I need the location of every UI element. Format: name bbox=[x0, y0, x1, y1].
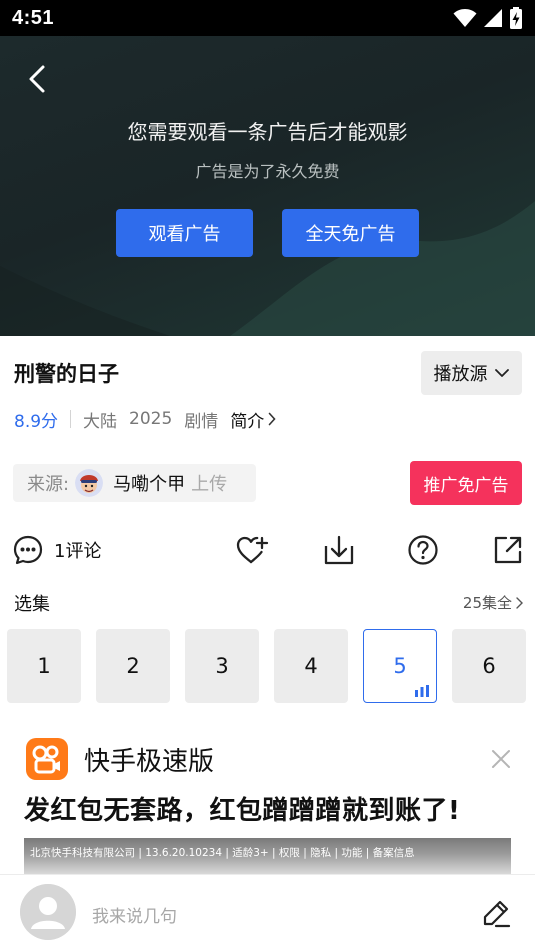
player-background-wave bbox=[0, 201, 535, 336]
ad-close-button[interactable] bbox=[490, 748, 512, 770]
episode-number: 5 bbox=[393, 654, 407, 678]
status-bar: 4:51 bbox=[0, 0, 535, 36]
favorite-add-icon bbox=[236, 536, 269, 564]
show-genre: 剧情 bbox=[184, 411, 219, 432]
back-button[interactable] bbox=[20, 62, 54, 96]
source-label: 来源: bbox=[27, 474, 70, 495]
all-episodes-label: 25集全 bbox=[462, 594, 512, 612]
status-time: 4:51 bbox=[12, 6, 55, 29]
allday-no-ad-button[interactable]: 全天免广告 bbox=[282, 209, 419, 257]
episode-list: 1 2 3 4 5 6 bbox=[7, 629, 526, 703]
episode-button[interactable]: 6 bbox=[452, 629, 526, 703]
app-screen: 4:51 您需要观看一条广告后才能观影 广告是为了永久免费 观看广告 全天免广告… bbox=[0, 0, 535, 951]
kuaishou-logo-icon bbox=[32, 745, 60, 774]
episode-button[interactable]: 4 bbox=[274, 629, 348, 703]
meta-divider bbox=[70, 410, 72, 428]
ad-headline[interactable]: 发红包无套路，红包蹭蹭蹭就到账了! bbox=[24, 790, 460, 827]
ad-app-logo[interactable] bbox=[26, 738, 68, 780]
ad-required-subtitle: 广告是为了永久免费 bbox=[195, 162, 340, 181]
promote-no-ad-button[interactable]: 推广免广告 bbox=[410, 461, 522, 505]
comment-button[interactable]: 1评论 bbox=[12, 528, 101, 572]
ad-required-title: 您需要观看一条广告后才能观影 bbox=[127, 120, 408, 144]
episode-number: 1 bbox=[37, 654, 51, 678]
comment-count: 1评论 bbox=[54, 541, 102, 562]
chevron-down-icon bbox=[494, 369, 509, 377]
share-icon bbox=[494, 536, 522, 564]
share-button[interactable] bbox=[492, 528, 524, 572]
now-playing-icon bbox=[415, 685, 429, 697]
compose-button[interactable] bbox=[481, 898, 511, 932]
wifi-icon bbox=[453, 9, 477, 27]
episode-button-active[interactable]: 5 bbox=[363, 629, 437, 703]
signal-icon bbox=[484, 9, 502, 27]
show-meta: 8.9分 大陆 2025 剧情 简介 bbox=[14, 406, 276, 432]
watch-ad-button[interactable]: 观看广告 bbox=[116, 209, 253, 257]
ad-footer-text: 北京快手科技有限公司 | 13.6.20.10234 | 适龄3+ | 权限 |… bbox=[30, 847, 415, 859]
episode-number: 3 bbox=[215, 654, 229, 678]
intro-link[interactable]: 简介 bbox=[230, 407, 276, 432]
play-source-label: 播放源 bbox=[433, 364, 488, 385]
show-year: 2025 bbox=[129, 409, 173, 429]
close-icon bbox=[492, 750, 510, 768]
show-title: 刑警的日子 bbox=[14, 362, 119, 386]
status-icons bbox=[453, 7, 523, 29]
all-episodes-link[interactable]: 25集全 bbox=[463, 592, 523, 613]
episode-number: 2 bbox=[126, 654, 140, 678]
action-bar: 1评论 bbox=[0, 528, 535, 572]
help-icon bbox=[408, 535, 438, 565]
ad-image[interactable]: 北京快手科技有限公司 | 13.6.20.10234 | 适龄3+ | 权限 |… bbox=[24, 838, 511, 874]
comment-icon bbox=[13, 535, 43, 565]
edit-pencil-icon bbox=[483, 900, 511, 928]
chevron-right-icon bbox=[516, 596, 523, 609]
episode-number: 4 bbox=[304, 654, 318, 678]
help-button[interactable] bbox=[407, 528, 439, 572]
episodes-header: 选集 bbox=[14, 594, 50, 615]
uploader-chip[interactable]: 来源: 马嘞个甲 上传 bbox=[13, 464, 256, 502]
uploaded-label: 上传 bbox=[191, 474, 228, 495]
episode-button[interactable]: 1 bbox=[7, 629, 81, 703]
video-player[interactable]: 您需要观看一条广告后才能观影 广告是为了永久免费 观看广告 全天免广告 bbox=[0, 36, 535, 336]
comment-input[interactable]: 我来说几句 bbox=[92, 902, 177, 927]
battery-charging-icon bbox=[510, 7, 522, 29]
uploader-avatar bbox=[75, 469, 104, 497]
episode-number: 6 bbox=[482, 654, 496, 678]
chevron-right-icon bbox=[269, 412, 276, 426]
uploader-name: 马嘞个甲 bbox=[113, 474, 186, 495]
user-avatar[interactable] bbox=[20, 884, 76, 940]
episode-button[interactable]: 3 bbox=[185, 629, 259, 703]
default-avatar-icon bbox=[20, 884, 76, 940]
episode-button[interactable]: 2 bbox=[96, 629, 170, 703]
ad-app-name[interactable]: 快手极速版 bbox=[84, 741, 214, 778]
intro-label: 简介 bbox=[230, 411, 265, 432]
download-button[interactable] bbox=[323, 528, 355, 572]
download-icon bbox=[324, 535, 354, 565]
play-source-dropdown[interactable]: 播放源 bbox=[421, 351, 522, 395]
show-score: 8.9分 bbox=[14, 411, 59, 432]
comment-input-bar: 我来说几句 bbox=[0, 874, 535, 951]
favorite-button[interactable] bbox=[235, 528, 269, 572]
show-region: 大陆 bbox=[83, 411, 118, 432]
chevron-left-icon bbox=[29, 65, 45, 93]
